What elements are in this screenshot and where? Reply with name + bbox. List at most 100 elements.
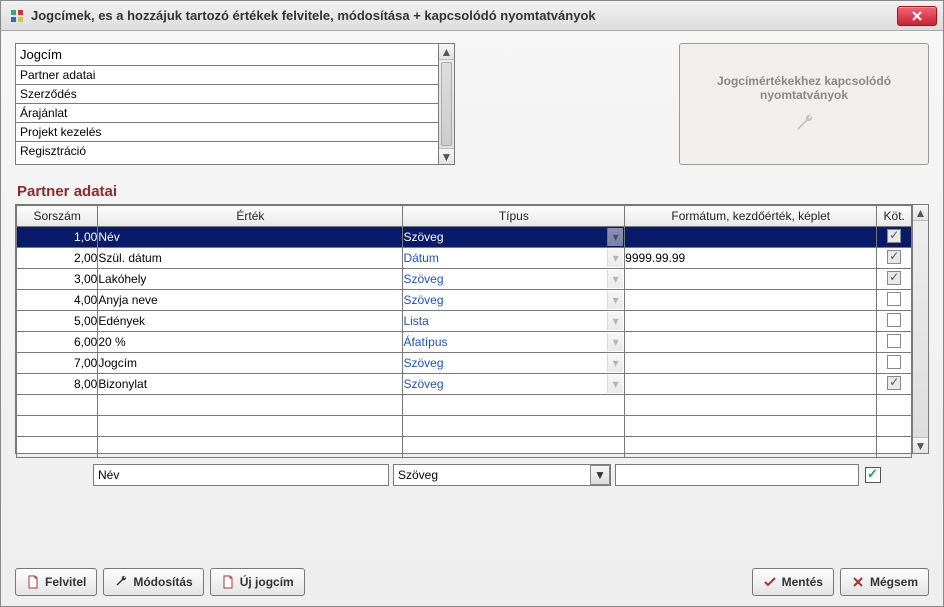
cell-ertek[interactable]: Lakóhely [98, 269, 403, 290]
chevron-down-icon[interactable]: ▾ [607, 375, 623, 393]
uj-jogcim-button[interactable]: Új jogcím [210, 568, 305, 596]
wrench-icon [793, 112, 815, 134]
cell-kot[interactable] [877, 353, 912, 374]
editor-row: ▼ [15, 464, 929, 486]
table-row[interactable]: 8,00BizonylatSzöveg▾ [17, 374, 912, 395]
cell-formatum[interactable] [625, 353, 877, 374]
table-row-empty[interactable] [17, 416, 912, 437]
panel-line1: Jogcímértékekhez kapcsolódó [717, 74, 891, 88]
cell-kot[interactable] [877, 332, 912, 353]
chevron-down-icon[interactable]: ▼ [590, 465, 610, 485]
col-header-formatum[interactable]: Formátum, kezdőérték, képlet [625, 206, 877, 227]
listbox-item[interactable]: Partner adatai [16, 66, 438, 85]
col-header-kot[interactable]: Köt. [877, 206, 912, 227]
cell-formatum[interactable] [625, 290, 877, 311]
cell-kot[interactable] [877, 248, 912, 269]
cell-ertek[interactable]: 20 % [98, 332, 403, 353]
cell-ertek[interactable]: Szül. dátum [98, 248, 403, 269]
felvitel-label: Felvitel [45, 575, 86, 589]
cell-ertek[interactable]: Bizonylat [98, 374, 403, 395]
listbox-item[interactable]: Projekt kezelés [16, 123, 438, 142]
col-header-sorszam[interactable]: Sorszám [17, 206, 98, 227]
table-row[interactable]: 3,00LakóhelySzöveg▾ [17, 269, 912, 290]
editor-value-input[interactable] [93, 464, 389, 486]
cell-formatum[interactable] [625, 332, 877, 353]
table-row[interactable]: 7,00JogcímSzöveg▾ [17, 353, 912, 374]
checkbox[interactable] [887, 313, 901, 327]
cell-tipus[interactable]: Szöveg▾ [403, 374, 625, 395]
checkbox[interactable] [887, 355, 901, 369]
grid-scrollbar[interactable]: ▲ ▼ [912, 205, 928, 453]
cell-kot[interactable] [877, 290, 912, 311]
cell-kot[interactable] [877, 311, 912, 332]
chevron-down-icon[interactable]: ▾ [607, 333, 623, 351]
cell-formatum[interactable]: 9999.99.99 [625, 248, 877, 269]
editor-required-checkbox[interactable] [865, 467, 881, 483]
megsem-button[interactable]: Mégsem [840, 568, 929, 596]
table-row[interactable]: 4,00Anyja neveSzöveg▾ [17, 290, 912, 311]
cell-tipus[interactable]: Lista▾ [403, 311, 625, 332]
cell-kot[interactable] [877, 227, 912, 248]
checkbox[interactable] [887, 292, 901, 306]
close-button[interactable] [897, 6, 937, 26]
mentes-label: Mentés [782, 575, 823, 589]
checkbox[interactable] [887, 229, 901, 243]
col-header-tipus[interactable]: Típus [403, 206, 625, 227]
chevron-down-icon[interactable]: ▾ [607, 312, 623, 330]
editor-type-combo[interactable]: ▼ [393, 464, 611, 486]
chevron-down-icon[interactable]: ▾ [607, 249, 623, 267]
cell-ertek[interactable]: Edények [98, 311, 403, 332]
scroll-down-icon[interactable]: ▼ [439, 148, 454, 164]
checkbox[interactable] [887, 334, 901, 348]
jogcim-listbox[interactable]: Jogcím Partner adataiSzerződésÁrajánlatP… [15, 43, 439, 165]
checkbox[interactable] [887, 250, 901, 264]
values-grid[interactable]: Sorszám Érték Típus Formátum, kezdőérték… [16, 205, 912, 458]
cell-formatum[interactable] [625, 269, 877, 290]
modositas-label: Módosítás [133, 575, 192, 589]
checkbox[interactable] [887, 376, 901, 390]
listbox-scrollbar[interactable]: ▲ ▼ [439, 43, 455, 165]
cell-ertek[interactable]: Név [98, 227, 403, 248]
cell-formatum[interactable] [625, 227, 877, 248]
editor-type-input[interactable] [393, 464, 611, 486]
cell-tipus[interactable]: Szöveg▾ [403, 290, 625, 311]
cell-tipus[interactable]: Szöveg▾ [403, 227, 625, 248]
chevron-down-icon[interactable]: ▾ [607, 354, 623, 372]
cell-ertek[interactable]: Anyja neve [98, 290, 403, 311]
grid-scroll-up-icon[interactable]: ▲ [913, 205, 928, 221]
cell-tipus[interactable]: Szöveg▾ [403, 269, 625, 290]
table-row-empty[interactable] [17, 395, 912, 416]
grid-scroll-track[interactable] [913, 221, 928, 437]
cell-formatum[interactable] [625, 311, 877, 332]
cell-tipus[interactable]: Dátum▾ [403, 248, 625, 269]
jogcim-listbox-wrap: Jogcím Partner adataiSzerződésÁrajánlatP… [15, 43, 455, 165]
listbox-item[interactable]: Árajánlat [16, 104, 438, 123]
cell-tipus[interactable]: Áfatípus▾ [403, 332, 625, 353]
col-header-ertek[interactable]: Érték [98, 206, 403, 227]
cell-kot[interactable] [877, 269, 912, 290]
listbox-item[interactable]: Regisztráció [16, 142, 438, 160]
cell-formatum[interactable] [625, 374, 877, 395]
cell-sorszam: 2,00 [17, 248, 98, 269]
listbox-item[interactable]: Szerződés [16, 85, 438, 104]
chevron-down-icon[interactable]: ▾ [607, 270, 623, 288]
cell-ertek[interactable]: Jogcím [98, 353, 403, 374]
table-row-empty[interactable] [17, 437, 912, 458]
scroll-up-icon[interactable]: ▲ [439, 44, 454, 60]
modositas-button[interactable]: Módosítás [103, 568, 203, 596]
scroll-thumb[interactable] [441, 62, 452, 146]
table-row[interactable]: 1,00NévSzöveg▾ [17, 227, 912, 248]
table-row[interactable]: 6,0020 %Áfatípus▾ [17, 332, 912, 353]
editor-format-input[interactable] [615, 464, 859, 486]
felvitel-button[interactable]: Felvitel [15, 568, 97, 596]
chevron-down-icon[interactable]: ▾ [607, 291, 623, 309]
cell-kot[interactable] [877, 374, 912, 395]
table-row[interactable]: 2,00Szül. dátumDátum▾9999.99.99 [17, 248, 912, 269]
checkbox[interactable] [887, 271, 901, 285]
grid-scroll-down-icon[interactable]: ▼ [913, 437, 928, 453]
table-row[interactable]: 5,00EdényekLista▾ [17, 311, 912, 332]
cell-tipus[interactable]: Szöveg▾ [403, 353, 625, 374]
app-icon [9, 8, 25, 24]
mentes-button[interactable]: Mentés [752, 568, 834, 596]
chevron-down-icon[interactable]: ▾ [607, 228, 623, 246]
